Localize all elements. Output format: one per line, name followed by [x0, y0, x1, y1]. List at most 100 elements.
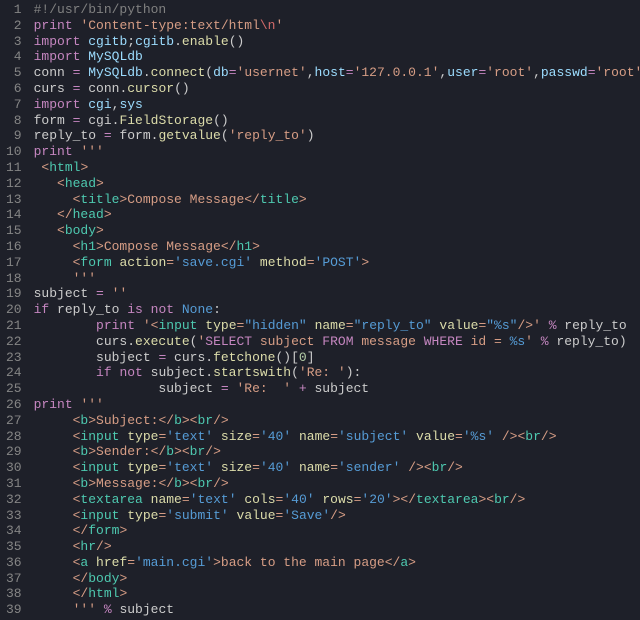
code-line[interactable]: form = cgi.FieldStorage(): [34, 113, 640, 129]
code-line[interactable]: if not subject.startswith('Re: '):: [34, 365, 640, 381]
code-line[interactable]: <h1>Compose Message</h1>: [34, 239, 640, 255]
token: <: [34, 555, 81, 570]
code-line[interactable]: import cgitb;cgitb.enable(): [34, 34, 640, 50]
code-line[interactable]: curs = conn.cursor(): [34, 81, 640, 97]
code-line[interactable]: ''': [34, 271, 640, 287]
code-line[interactable]: print ''': [34, 144, 640, 160]
code-line[interactable]: print ''': [34, 397, 640, 413]
line-number: 3: [6, 34, 22, 50]
code-line[interactable]: subject = '': [34, 286, 640, 302]
code-line[interactable]: <a href='main.cgi'>back to the main page…: [34, 555, 640, 571]
token: '<: [143, 318, 159, 333]
code-line[interactable]: print 'Content-type:text/html\n': [34, 18, 640, 34]
token: type: [127, 429, 158, 444]
code-line[interactable]: </html>: [34, 586, 640, 602]
token: h1: [236, 239, 252, 254]
code-line[interactable]: <html>: [34, 160, 640, 176]
line-number: 15: [6, 223, 22, 239]
token: '20': [361, 492, 392, 507]
token: 'sender': [338, 460, 400, 475]
code-line[interactable]: <title>Compose Message</title>: [34, 192, 640, 208]
code-line[interactable]: <body>: [34, 223, 640, 239]
token: <: [34, 476, 81, 491]
token: [252, 255, 260, 270]
code-line[interactable]: <textarea name='text' cols='40' rows='20…: [34, 492, 640, 508]
line-number: 7: [6, 97, 22, 113]
token: >Compose Message</: [119, 192, 259, 207]
token: =: [346, 65, 354, 80]
token: 'Save': [283, 508, 330, 523]
code-line[interactable]: if reply_to is not None:: [34, 302, 640, 318]
token: >: [119, 571, 127, 586]
token: ''': [34, 271, 96, 286]
token: cursor: [127, 81, 174, 96]
code-line[interactable]: subject = curs.fetchone()[0]: [34, 350, 640, 366]
code-line[interactable]: <input type='submit' value='Save'/>: [34, 508, 640, 524]
code-line[interactable]: <hr/>: [34, 539, 640, 555]
code-line[interactable]: <b>Message:</b><br/>: [34, 476, 640, 492]
line-number: 4: [6, 49, 22, 65]
code-area[interactable]: #!/usr/bin/pythonprint 'Content-type:tex…: [34, 2, 640, 618]
code-line[interactable]: <form action='save.cgi' method='POST'>: [34, 255, 640, 271]
token: />: [510, 492, 526, 507]
token: name: [299, 429, 330, 444]
code-line[interactable]: </form>: [34, 523, 640, 539]
token: title: [260, 192, 299, 207]
token: ></: [393, 492, 416, 507]
token: <: [34, 223, 65, 238]
code-line[interactable]: ''' % subject: [34, 602, 640, 618]
token: print: [34, 18, 73, 33]
token: cgitb: [135, 34, 174, 49]
code-line[interactable]: </body>: [34, 571, 640, 587]
code-line[interactable]: curs.execute('SELECT subject FROM messag…: [34, 334, 640, 350]
code-line[interactable]: <head>: [34, 176, 640, 192]
token: ''': [34, 602, 96, 617]
line-number: 33: [6, 508, 22, 524]
code-line[interactable]: import cgi,sys: [34, 97, 640, 113]
token: 'usernet': [237, 65, 307, 80]
token: %: [549, 318, 557, 333]
token: curs.: [34, 334, 135, 349]
line-number: 19: [6, 286, 22, 302]
token: %: [541, 334, 549, 349]
code-line[interactable]: <input type='text' size='40' name='sende…: [34, 460, 640, 476]
token: 'save.cgi': [174, 255, 252, 270]
code-editor[interactable]: 1234567891011121314151617181920212223242…: [0, 0, 640, 620]
code-line[interactable]: <b>Sender:</b><br/>: [34, 444, 640, 460]
token: [541, 318, 549, 333]
token: execute: [135, 334, 190, 349]
code-line[interactable]: reply_to = form.getvalue('reply_to'): [34, 128, 640, 144]
token: ': [525, 334, 533, 349]
token: 0: [299, 350, 307, 365]
token: <: [34, 192, 81, 207]
code-line[interactable]: <b>Subject:</b><br/>: [34, 413, 640, 429]
token: >back to the main page</: [213, 555, 400, 570]
line-number: 30: [6, 460, 22, 476]
token: FROM: [322, 334, 353, 349]
code-line[interactable]: #!/usr/bin/python: [34, 2, 640, 18]
token: rows: [322, 492, 353, 507]
code-line[interactable]: import MySQLdb: [34, 49, 640, 65]
code-line[interactable]: <input type='text' size='40' name='subje…: [34, 429, 640, 445]
token: /><: [400, 460, 431, 475]
token: '40': [283, 492, 314, 507]
code-line[interactable]: print '<input type="hidden" name="reply_…: [34, 318, 640, 334]
token: >: [104, 207, 112, 222]
token: 'main.cgi': [135, 555, 213, 570]
token: href: [96, 555, 127, 570]
token: hr: [80, 539, 96, 554]
token: [34, 318, 96, 333]
token: fetchone: [213, 350, 275, 365]
token: ''': [80, 397, 103, 412]
code-line[interactable]: conn = MySQLdb.connect(db='usernet',host…: [34, 65, 640, 81]
token: =: [252, 460, 260, 475]
token: subject: [34, 350, 159, 365]
token: sys: [119, 97, 142, 112]
token: :: [213, 302, 221, 317]
code-line[interactable]: subject = 'Re: ' + subject: [34, 381, 640, 397]
line-number: 35: [6, 539, 22, 555]
code-line[interactable]: </head>: [34, 207, 640, 223]
token: >: [96, 223, 104, 238]
token: MySQLdb: [88, 49, 143, 64]
token: 'text': [190, 492, 237, 507]
